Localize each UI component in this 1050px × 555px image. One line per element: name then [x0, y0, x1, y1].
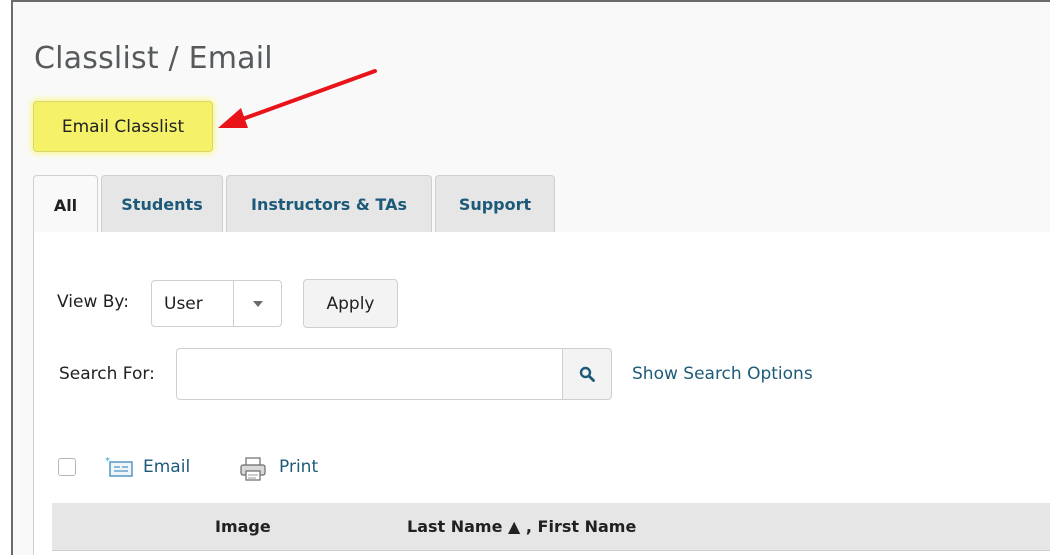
- column-last-first-name[interactable]: Last Name ▲ , First Name: [407, 517, 636, 536]
- tab-instructors-tas[interactable]: Instructors & TAs: [226, 175, 432, 233]
- view-by-value: User: [164, 293, 203, 314]
- search-icon: [579, 366, 595, 382]
- search-for-label: Search For:: [59, 364, 155, 384]
- show-search-options-link[interactable]: Show Search Options: [632, 364, 813, 384]
- view-by-select[interactable]: User: [151, 280, 282, 327]
- tab-students[interactable]: Students: [101, 175, 223, 233]
- select-all-checkbox[interactable]: [58, 458, 76, 476]
- svg-text:*: *: [105, 456, 110, 467]
- search-button[interactable]: [562, 348, 612, 400]
- search-input[interactable]: [176, 348, 562, 400]
- view-by-label: View By:: [57, 292, 129, 312]
- print-link[interactable]: Print: [279, 457, 318, 477]
- print-icon[interactable]: [238, 456, 268, 482]
- tab-support[interactable]: Support: [435, 175, 555, 233]
- email-link[interactable]: Email: [143, 457, 190, 477]
- email-icon[interactable]: *: [104, 456, 134, 478]
- email-classlist-button[interactable]: Email Classlist: [33, 101, 213, 152]
- chevron-down-icon: [233, 281, 281, 326]
- red-annotation-arrow: [218, 69, 377, 128]
- tab-all[interactable]: All: [33, 175, 98, 234]
- apply-button[interactable]: Apply: [303, 279, 398, 328]
- column-image: Image: [215, 517, 271, 536]
- table-header: Image Last Name ▲ , First Name: [52, 503, 1050, 551]
